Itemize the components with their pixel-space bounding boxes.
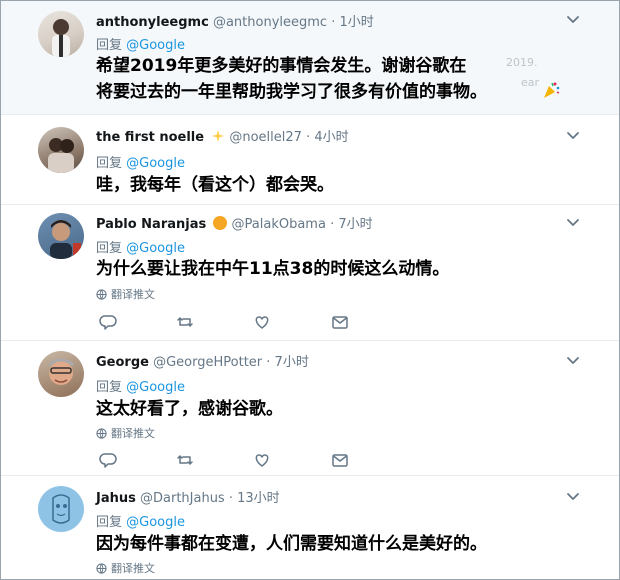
timestamp[interactable]: · 1小时 xyxy=(331,15,374,30)
tweet-header: anthonyleegmc @anthonyleegmc · 1小时 xyxy=(96,11,374,30)
translate-tweet-link[interactable]: 翻译推文 xyxy=(96,286,155,302)
translate-tweet-link[interactable]: 翻译推文 xyxy=(96,560,155,576)
user-handle[interactable]: @DarthJahus xyxy=(140,491,225,506)
display-name[interactable]: George xyxy=(96,355,149,370)
globe-icon xyxy=(96,427,107,439)
tweet-actions xyxy=(99,451,359,469)
reply-icon[interactable] xyxy=(99,451,117,469)
tweet-header: Pablo Naranjas @PalakObama · 7小时 xyxy=(96,213,373,232)
tweet-header: the first noelle @noellel27 · 4小时 xyxy=(96,126,349,145)
replies-panel: anthonyleegmc @anthonyleegmc · 1小时 回复 @G… xyxy=(0,0,620,580)
avatar[interactable] xyxy=(38,127,84,173)
reply-tweet-1[interactable]: anthonyleegmc @anthonyleegmc · 1小时 回复 @G… xyxy=(1,1,619,115)
mention-link[interactable]: @Google xyxy=(126,515,185,530)
chevron-down-icon[interactable] xyxy=(565,11,581,27)
like-icon[interactable] xyxy=(253,451,271,469)
translate-label[interactable]: 翻译推文 xyxy=(111,560,155,576)
reply-prefix: 回复 xyxy=(96,380,123,395)
reply-prefix: 回复 xyxy=(96,515,123,530)
display-name[interactable]: Jahus xyxy=(96,491,136,506)
message-icon[interactable] xyxy=(331,451,349,469)
globe-icon xyxy=(96,288,107,300)
user-handle[interactable]: @noellel27 xyxy=(229,130,302,145)
reply-prefix: 回复 xyxy=(96,156,123,171)
orange-icon xyxy=(213,216,228,230)
reply-context: 回复 @Google xyxy=(96,376,185,395)
display-name[interactable]: the first noelle xyxy=(96,130,204,145)
sparkles-icon xyxy=(211,129,225,143)
ghost-text: ear xyxy=(521,76,540,89)
tweet-text: 因为每件事都在变遭，人们需要知道什么是美好的。 xyxy=(96,534,487,554)
ghost-text: 2019. xyxy=(506,56,538,69)
timestamp[interactable]: · 7小时 xyxy=(266,355,309,370)
display-name[interactable]: anthonyleegmc xyxy=(96,15,209,30)
party-popper-icon xyxy=(541,80,561,100)
avatar[interactable] xyxy=(38,11,84,57)
tweet-text: 这太好看了，感谢谷歌。 xyxy=(96,399,283,419)
reply-icon[interactable] xyxy=(99,313,117,331)
timestamp[interactable]: · 4小时 xyxy=(306,130,349,145)
tweet-text: 为什么要让我在中午11点38的时候这么动情。 xyxy=(96,259,450,279)
reply-prefix: 回复 xyxy=(96,38,123,53)
chevron-down-icon[interactable] xyxy=(565,214,581,230)
like-icon[interactable] xyxy=(253,313,271,331)
globe-icon xyxy=(96,562,107,574)
reply-tweet-3[interactable]: Pablo Naranjas @PalakObama · 7小时 回复 @Goo… xyxy=(1,205,619,341)
mention-link[interactable]: @Google xyxy=(126,380,185,395)
tweet-header: George @GeorgeHPotter · 7小时 xyxy=(96,351,309,370)
translate-label[interactable]: 翻译推文 xyxy=(111,425,155,441)
avatar[interactable] xyxy=(38,486,84,532)
reply-context: 回复 @Google xyxy=(96,34,185,53)
reply-tweet-5[interactable]: Jahus @DarthJahus · 13小时 回复 @Google 因为每件… xyxy=(1,476,619,579)
avatar[interactable] xyxy=(38,213,84,259)
tweet-actions xyxy=(99,313,359,331)
avatar[interactable] xyxy=(38,351,84,397)
reply-prefix: 回复 xyxy=(96,241,123,256)
translate-label[interactable]: 翻译推文 xyxy=(111,286,155,302)
message-icon[interactable] xyxy=(331,313,349,331)
user-handle[interactable]: @anthonyleegmc xyxy=(213,15,327,30)
reply-context: 回复 @Google xyxy=(96,152,185,171)
chevron-down-icon[interactable] xyxy=(565,352,581,368)
mention-link[interactable]: @Google xyxy=(126,156,185,171)
reply-tweet-4[interactable]: George @GeorgeHPotter · 7小时 回复 @Google 这… xyxy=(1,341,619,476)
timestamp[interactable]: · 13小时 xyxy=(229,491,280,506)
tweet-text: 将要过去的一年里帮助我学习了很多有价值的事物。 xyxy=(96,82,487,102)
user-handle[interactable]: @GeorgeHPotter xyxy=(153,355,262,370)
mention-link[interactable]: @Google xyxy=(126,241,185,256)
translate-tweet-link[interactable]: 翻译推文 xyxy=(96,425,155,441)
timestamp[interactable]: · 7小时 xyxy=(330,217,373,232)
tweet-header: Jahus @DarthJahus · 13小时 xyxy=(96,487,280,506)
chevron-down-icon[interactable] xyxy=(565,488,581,504)
retweet-icon[interactable] xyxy=(176,451,194,469)
tweet-text: 希望2019年更多美好的事情会发生。谢谢谷歌在 xyxy=(96,56,467,76)
display-name[interactable]: Pablo Naranjas xyxy=(96,217,206,232)
user-handle[interactable]: @PalakObama xyxy=(232,217,326,232)
reply-context: 回复 @Google xyxy=(96,237,185,256)
chevron-down-icon[interactable] xyxy=(565,127,581,143)
mention-link[interactable]: @Google xyxy=(126,38,185,53)
reply-context: 回复 @Google xyxy=(96,511,185,530)
reply-tweet-2[interactable]: the first noelle @noellel27 · 4小时 回复 @Go… xyxy=(1,115,619,205)
tweet-text: 哇，我每年（看这个）都会哭。 xyxy=(96,175,334,195)
retweet-icon[interactable] xyxy=(176,313,194,331)
